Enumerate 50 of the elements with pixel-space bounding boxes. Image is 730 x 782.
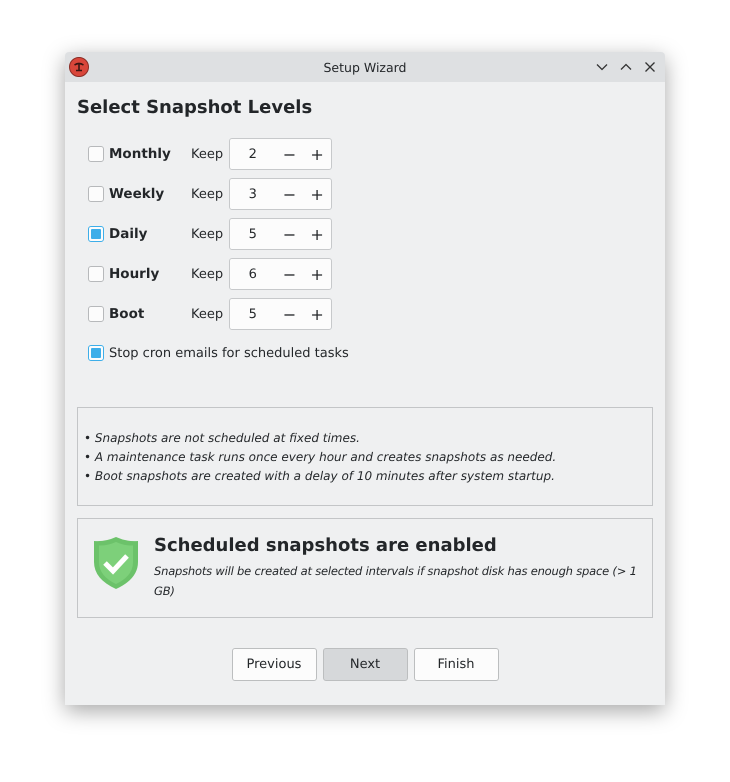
checkbox[interactable] [88, 226, 104, 242]
spin-box[interactable]: 6 − + [229, 258, 332, 290]
increment-button[interactable]: + [303, 304, 331, 324]
increment-button[interactable]: + [303, 224, 331, 244]
note-text: • Boot snapshots are created with a delay of 10 minutes after system startup. [84, 468, 556, 485]
app-icon [69, 57, 89, 77]
decrement-button[interactable]: − [276, 304, 304, 324]
checkbox[interactable] [88, 266, 104, 282]
decrement-button[interactable]: − [276, 184, 304, 204]
keep-label: Keep [191, 306, 224, 322]
decrement-button[interactable]: − [276, 224, 304, 244]
level-label: Monthly [109, 146, 172, 162]
level-label: Boot [109, 306, 146, 322]
checkbox[interactable] [88, 186, 104, 202]
wizard-button[interactable]: Previous [232, 648, 316, 681]
decrement-button[interactable]: − [276, 144, 304, 164]
spin-box[interactable]: 5 − + [229, 298, 332, 330]
decrement-button[interactable]: − [276, 264, 304, 284]
window-title: Setup Wizard [322, 60, 408, 74]
status-message: Snapshots will be created at selected intervals if snapshot disk has enough space (> 1 GB) [154, 563, 638, 600]
spin-value: 5 [248, 306, 258, 322]
spin-box[interactable]: 5 − + [229, 218, 332, 250]
note-text: • Snapshots are not scheduled at fixed times. [84, 430, 361, 447]
increment-button[interactable]: + [303, 144, 331, 164]
increment-button[interactable]: + [303, 264, 331, 284]
checkbox-label: Stop cron emails for scheduled tasks [109, 346, 349, 360]
wizard-button[interactable]: Finish [414, 648, 498, 681]
wizard-button[interactable]: Next [322, 648, 408, 681]
keep-label: Keep [191, 186, 224, 202]
spin-value: 3 [248, 186, 258, 202]
note-text: • A maintenance task runs once every hour and creates snapshots as needed. [84, 449, 558, 466]
spin-box[interactable]: 2 − + [229, 138, 332, 170]
spin-value: 2 [248, 146, 258, 162]
level-label: Weekly [109, 186, 166, 202]
keep-label: Keep [191, 146, 224, 162]
status-title: Scheduled snapshots are enabled [154, 535, 498, 557]
spin-value: 5 [248, 226, 258, 242]
checkbox[interactable] [88, 306, 104, 322]
level-label: Hourly [109, 266, 160, 282]
level-label: Daily [109, 226, 148, 242]
checkbox[interactable] [88, 146, 104, 162]
spin-value: 6 [248, 266, 258, 282]
keep-label: Keep [191, 266, 224, 282]
keep-label: Keep [191, 226, 224, 242]
increment-button[interactable]: + [303, 184, 331, 204]
close-icon[interactable] [643, 60, 657, 74]
shield-check-icon [93, 536, 139, 590]
page-heading: Select Snapshot Levels [77, 96, 314, 120]
spin-box[interactable]: 3 − + [229, 178, 332, 210]
checkbox[interactable] [88, 345, 104, 361]
